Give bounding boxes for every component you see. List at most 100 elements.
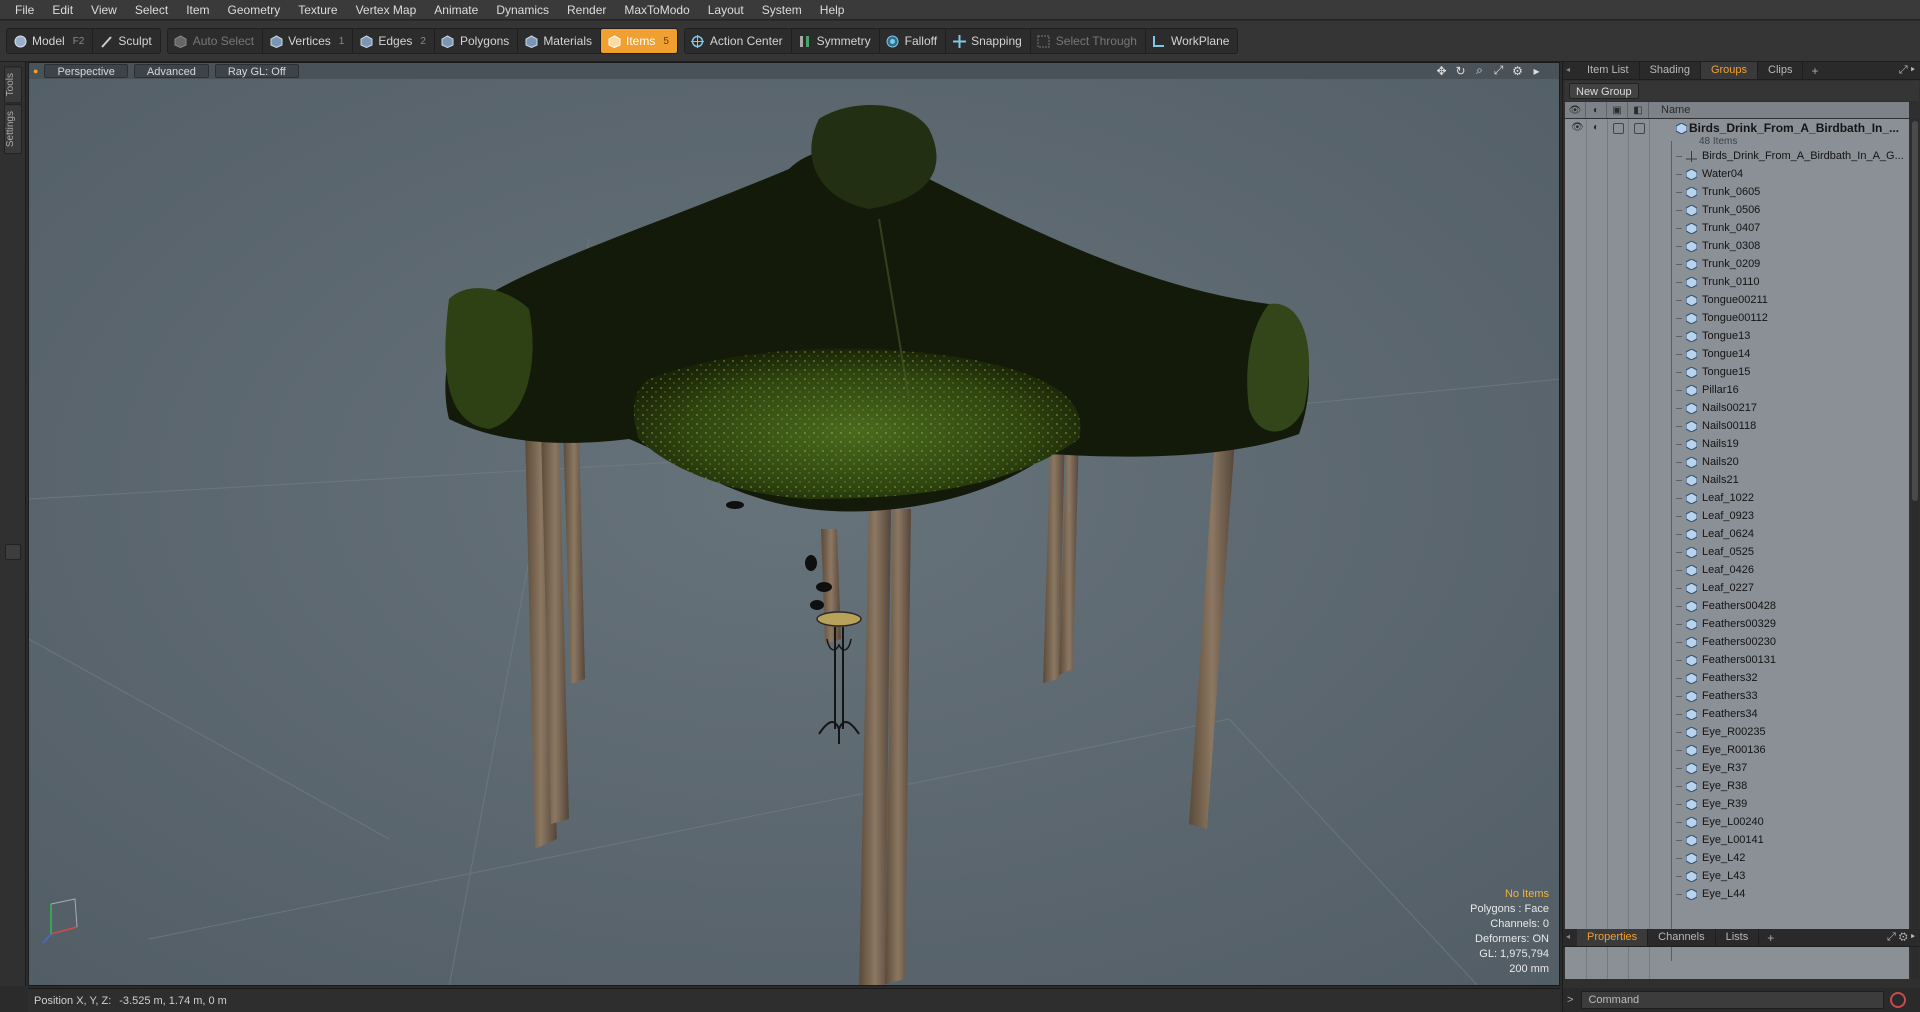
properties-menu-icon[interactable]: ◂ (1566, 932, 1570, 941)
menu-animate[interactable]: Animate (425, 0, 487, 20)
maximize-icon[interactable]: ⤢ (1492, 63, 1505, 77)
menu-system[interactable]: System (753, 0, 811, 20)
list-item[interactable]: Eye_R37 (1565, 759, 1909, 777)
list-item[interactable]: Feathers00329 (1565, 615, 1909, 633)
tab-lists[interactable]: Lists (1716, 929, 1760, 946)
select-through-button[interactable]: Select Through (1031, 29, 1146, 53)
tab-item-list[interactable]: Item List (1577, 62, 1640, 79)
auto-select-button[interactable]: Auto Select (168, 29, 264, 53)
list-item[interactable]: Feathers34 (1565, 705, 1909, 723)
expand-panel-icon[interactable]: ⤢ ▸ (1899, 64, 1915, 77)
ray-gl-button[interactable]: Ray GL: Off (214, 64, 299, 78)
list-item[interactable]: Nails20 (1565, 453, 1909, 471)
viewport-menu-icon[interactable]: ● (33, 66, 38, 76)
falloff-button[interactable]: Falloff (880, 29, 947, 53)
tab-shading[interactable]: Shading (1640, 62, 1701, 79)
workplane-button[interactable]: WorkPlane (1146, 29, 1237, 53)
list-item[interactable]: Feathers00428 (1565, 597, 1909, 615)
materials-button[interactable]: Materials (518, 29, 601, 53)
list-item[interactable]: Leaf_0624 (1565, 525, 1909, 543)
menu-item[interactable]: Item (177, 0, 218, 20)
list-item[interactable]: Tongue00211 (1565, 291, 1909, 309)
panel-menu-icon[interactable]: ◂ (1566, 65, 1570, 74)
list-item[interactable]: Eye_R38 (1565, 777, 1909, 795)
list-item[interactable]: Eye_R39 (1565, 795, 1909, 813)
list-item[interactable]: Pillar16 (1565, 381, 1909, 399)
list-item[interactable]: Nails00118 (1565, 417, 1909, 435)
menu-texture[interactable]: Texture (289, 0, 346, 20)
view-mode-button[interactable]: Perspective (44, 64, 128, 78)
action-center-button[interactable]: Action Center (685, 29, 792, 53)
list-item[interactable]: Trunk_0407 (1565, 219, 1909, 237)
snapping-button[interactable]: Snapping (946, 29, 1031, 53)
render-column-icon[interactable]: ◐ (1586, 102, 1607, 118)
tab-channels[interactable]: Channels (1648, 929, 1716, 946)
visibility-column-icon[interactable]: 👁 (1565, 102, 1586, 118)
list-item[interactable]: Nails00217 (1565, 399, 1909, 417)
rotate-icon[interactable]: ↻ (1454, 64, 1467, 78)
new-group-button[interactable]: New Group (1569, 83, 1639, 99)
list-item[interactable]: Trunk_0506 (1565, 201, 1909, 219)
list-item[interactable]: Tongue15 (1565, 363, 1909, 381)
list-item[interactable]: Leaf_0923 (1565, 507, 1909, 525)
sculpt-button[interactable]: Sculpt (93, 29, 159, 53)
command-input[interactable] (1581, 991, 1885, 1009)
list-item[interactable]: Nails19 (1565, 435, 1909, 453)
list-item[interactable]: Feathers32 (1565, 669, 1909, 687)
list-item[interactable]: Eye_L42 (1565, 849, 1909, 867)
arrow-right-icon[interactable]: ▸ (1530, 64, 1543, 78)
groups-scrollbar[interactable] (1911, 119, 1919, 979)
list-item[interactable]: Nails21 (1565, 471, 1909, 489)
groups-list[interactable]: 👁 ◐ Birds_Drink_From_A_Birdbath_In_... 4… (1565, 119, 1909, 979)
menu-view[interactable]: View (82, 0, 126, 20)
menu-vertex-map[interactable]: Vertex Map (347, 0, 426, 20)
menu-file[interactable]: File (6, 0, 43, 20)
list-item[interactable]: Eye_L00240 (1565, 813, 1909, 831)
items-button[interactable]: Items 5 (601, 29, 677, 53)
list-item[interactable]: Eye_R00136 (1565, 741, 1909, 759)
3d-viewport[interactable]: ● Perspective Advanced Ray GL: Off ✥ ↻ ⌕… (28, 62, 1560, 986)
list-item[interactable]: Water04 (1565, 165, 1909, 183)
menu-dynamics[interactable]: Dynamics (487, 0, 558, 20)
properties-expand-icon[interactable]: ⤢ ⚙ ▸ (1887, 931, 1915, 944)
menu-layout[interactable]: Layout (699, 0, 753, 20)
menu-edit[interactable]: Edit (43, 0, 82, 20)
tab-properties[interactable]: Properties (1577, 929, 1649, 946)
list-item[interactable]: Feathers00230 (1565, 633, 1909, 651)
stop-icon[interactable] (1890, 992, 1907, 1008)
panel-toggle-button[interactable] (5, 544, 21, 560)
list-item[interactable]: Birds_Drink_From_A_Birdbath_In_A_G... (1565, 147, 1909, 165)
lock-column-icon[interactable]: ▣ (1607, 102, 1628, 118)
symmetry-button[interactable]: Symmetry (792, 29, 880, 53)
list-item[interactable]: Eye_L00141 (1565, 831, 1909, 849)
list-item[interactable]: Trunk_0308 (1565, 237, 1909, 255)
list-item[interactable]: Leaf_0525 (1565, 543, 1909, 561)
pan-icon[interactable]: ✥ (1435, 64, 1448, 78)
list-item[interactable]: Trunk_0605 (1565, 183, 1909, 201)
scrollbar-thumb[interactable] (1912, 121, 1918, 501)
list-item[interactable]: Trunk_0209 (1565, 255, 1909, 273)
list-item[interactable]: Eye_L43 (1565, 867, 1909, 885)
list-item[interactable]: Eye_L44 (1565, 885, 1909, 903)
menu-render[interactable]: Render (558, 0, 615, 20)
eye-icon[interactable]: 👁 (1571, 122, 1584, 133)
menu-maxtomodo[interactable]: MaxToModo (615, 0, 698, 20)
list-item[interactable]: Tongue00112 (1565, 309, 1909, 327)
polygons-button[interactable]: Polygons (435, 29, 519, 53)
list-item[interactable]: Tongue14 (1565, 345, 1909, 363)
menu-geometry[interactable]: Geometry (219, 0, 290, 20)
shading-mode-button[interactable]: Advanced (133, 64, 209, 78)
list-item[interactable]: Feathers33 (1565, 687, 1909, 705)
group-root-row[interactable]: 👁 ◐ Birds_Drink_From_A_Birdbath_In_... 4… (1565, 119, 1909, 147)
list-item[interactable]: Eye_R00235 (1565, 723, 1909, 741)
zoom-icon[interactable]: ⌕ (1473, 63, 1486, 77)
tab-clips[interactable]: Clips (1758, 62, 1804, 79)
select-toggle[interactable] (1634, 123, 1645, 134)
list-item[interactable]: Feathers00131 (1565, 651, 1909, 669)
lock-toggle[interactable] (1613, 123, 1624, 134)
tab-tools[interactable]: Tools (4, 66, 22, 104)
vertices-button[interactable]: Vertices 1 (263, 29, 354, 53)
list-item[interactable]: Tongue13 (1565, 327, 1909, 345)
select-column-icon[interactable]: ◧ (1628, 102, 1649, 118)
edges-button[interactable]: Edges 2 (353, 29, 435, 53)
